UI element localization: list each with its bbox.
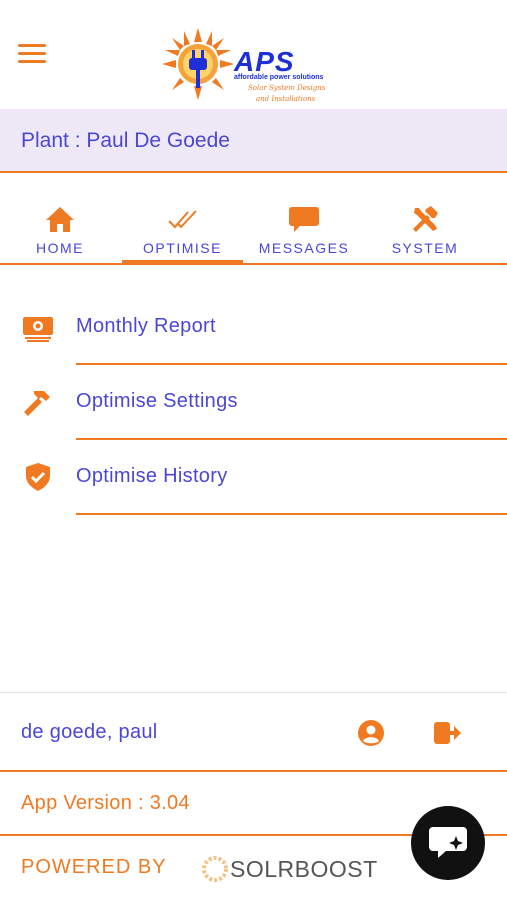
- menu-item-label: Monthly Report: [76, 315, 216, 337]
- tab-messages[interactable]: MESSAGES: [252, 205, 356, 263]
- aps-logo: APS affordable power solutions Solar Sys…: [162, 28, 352, 108]
- divider: [76, 513, 507, 515]
- optimise-menu: Monthly Report Optimise Settings Optimis…: [0, 290, 507, 515]
- tools-icon: [413, 206, 438, 232]
- tab-label: MESSAGES: [258, 240, 350, 256]
- menu-item-label: Optimise Settings: [76, 390, 238, 412]
- user-name: de goede, paul: [21, 721, 158, 743]
- user-row: de goede, paul: [0, 693, 507, 772]
- menu-item-label: Optimise History: [76, 465, 228, 487]
- tab-label: OPTIMISE: [143, 240, 222, 256]
- solrboost-logo-icon: [202, 856, 228, 882]
- tab-label: SYSTEM: [391, 240, 459, 256]
- home-icon: [46, 207, 74, 232]
- chat-bubble-icon: [289, 207, 319, 232]
- sun-plug-icon: [162, 28, 234, 100]
- hamburger-menu-icon[interactable]: [18, 44, 46, 66]
- tab-system[interactable]: SYSTEM: [387, 205, 463, 263]
- account-circle-icon[interactable]: [357, 719, 385, 747]
- tab-optimise[interactable]: OPTIMISE: [122, 205, 243, 263]
- app-header: APS affordable power solutions Solar Sys…: [0, 0, 507, 109]
- money-icon: [23, 317, 53, 342]
- double-check-icon: [167, 210, 197, 229]
- menu-item-monthly-report[interactable]: Monthly Report: [0, 290, 507, 365]
- tab-label: HOME: [36, 240, 84, 256]
- shield-check-icon: [26, 463, 50, 491]
- tab-bar: HOME OPTIMISE MESSAGES SYSTEM: [0, 205, 507, 265]
- app-version: App Version : 3.04: [21, 792, 190, 814]
- menu-item-optimise-settings[interactable]: Optimise Settings: [0, 365, 507, 440]
- solrboost-brand: SOLRBOOST: [230, 856, 378, 882]
- chat-fab-button[interactable]: [411, 806, 485, 880]
- chat-sparkle-icon: [429, 827, 467, 858]
- logo-script-line2: and Installations: [256, 95, 316, 103]
- logo-script-line1: Solar System Designs: [248, 84, 326, 92]
- plant-label: Plant : Paul De Goede: [21, 129, 230, 152]
- plant-bar: Plant : Paul De Goede: [0, 109, 507, 173]
- logout-icon[interactable]: [432, 719, 462, 747]
- hammer-icon: [24, 391, 50, 416]
- menu-item-optimise-history[interactable]: Optimise History: [0, 440, 507, 515]
- logo-tagline: affordable power solutions: [234, 74, 324, 81]
- tab-home[interactable]: HOME: [22, 205, 98, 263]
- powered-by-label: POWERED BY: [21, 856, 167, 878]
